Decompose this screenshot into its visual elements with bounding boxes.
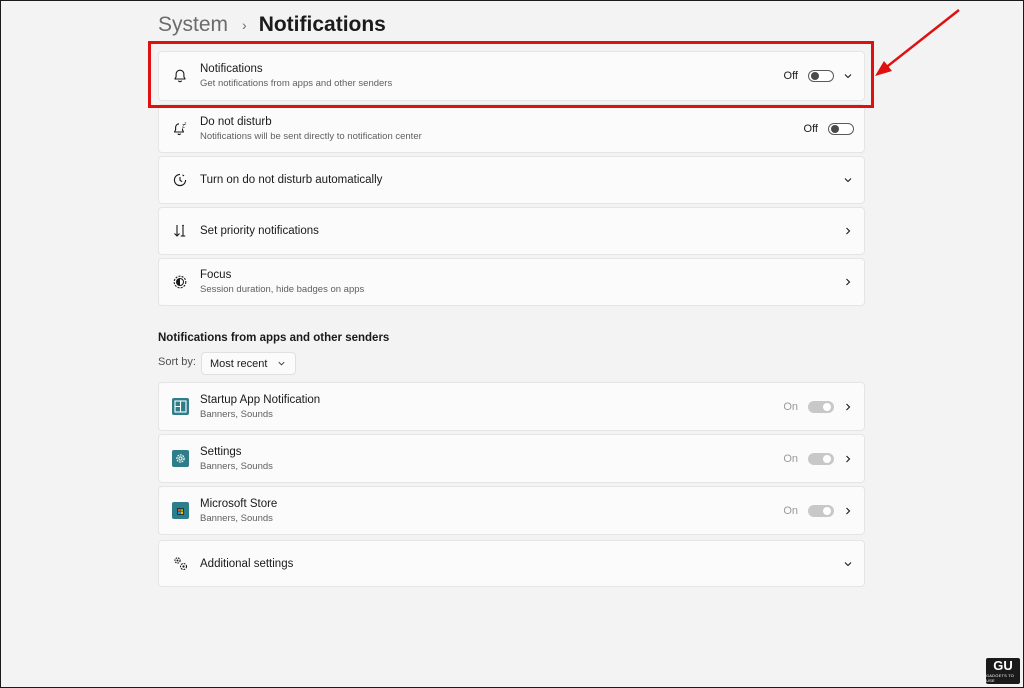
setting-subtitle: Session duration, hide badges on apps <box>200 284 365 295</box>
additional-settings-card[interactable]: Additional settings <box>158 540 865 587</box>
toggle-state-label: On <box>783 504 798 517</box>
do-not-disturb-text: Do not disturb Notifications will be sen… <box>200 115 422 143</box>
highlight-box <box>148 41 874 108</box>
app-toggle[interactable] <box>808 400 834 413</box>
toggle-state-label: Off <box>803 122 818 135</box>
toggle-state-label: On <box>783 400 798 413</box>
setting-title: Set priority notifications <box>200 225 319 237</box>
chevron-right-icon[interactable] <box>842 505 854 517</box>
do-not-disturb-toggle[interactable] <box>828 122 854 135</box>
toggle-knob <box>823 506 831 515</box>
breadcrumb: System › Notifications <box>158 10 386 40</box>
clock-icon <box>171 171 189 189</box>
priority-arrows-icon <box>171 222 189 240</box>
watermark-logo: GU GADGETS TO USE <box>986 658 1020 684</box>
app-toggle[interactable] <box>808 504 834 517</box>
setting-title: Focus <box>200 269 232 281</box>
logo-caption: GADGETS TO USE <box>986 673 1015 683</box>
focus-icon <box>171 273 189 291</box>
toggle-knob <box>823 402 831 411</box>
app-name: Startup App Notification <box>200 393 321 406</box>
priority-notifications-card[interactable]: Set priority notifications <box>158 207 865 255</box>
chevron-right-icon[interactable] <box>842 276 854 288</box>
chevron-right-icon[interactable] <box>842 453 854 465</box>
chevron-down-icon[interactable] <box>842 558 854 570</box>
chevron-down-icon[interactable] <box>842 174 854 186</box>
toggle-knob <box>823 454 831 463</box>
priority-text: Set priority notifications <box>200 225 319 237</box>
app-row-text: Settings Banners, Sounds <box>200 445 273 473</box>
apps-section-heading: Notifications from apps and other sender… <box>158 332 390 344</box>
app-toggle-group: On <box>783 400 834 413</box>
sort-dropdown[interactable]: Most recent <box>201 352 296 375</box>
app-row-startup[interactable]: Startup App Notification Banners, Sounds… <box>158 382 865 431</box>
settings-app-icon <box>171 450 189 468</box>
annotation-arrow <box>875 9 960 76</box>
startup-app-icon <box>171 398 189 416</box>
app-name: Settings <box>200 445 242 458</box>
setting-title: Do not disturb <box>200 115 272 128</box>
app-row-text: Microsoft Store Banners, Sounds <box>200 497 277 525</box>
app-toggle[interactable] <box>808 452 834 465</box>
logo-mark: GU <box>993 658 1013 673</box>
app-toggle-group: On <box>783 452 834 465</box>
setting-title: Additional settings <box>200 557 294 570</box>
app-detail: Banners, Sounds <box>200 408 273 420</box>
chevron-down-icon <box>277 359 286 371</box>
focus-card[interactable]: Focus Session duration, hide badges on a… <box>158 258 865 306</box>
svg-text:z: z <box>184 121 187 126</box>
app-name: Microsoft Store <box>200 497 278 510</box>
gears-icon <box>171 555 189 573</box>
microsoft-store-icon <box>171 502 189 520</box>
app-row-text: Startup App Notification Banners, Sounds <box>200 393 320 421</box>
do-not-disturb-card[interactable]: zz Do not disturb Notifications will be … <box>158 104 865 153</box>
setting-subtitle: Notifications will be sent directly to n… <box>200 130 422 142</box>
dnd-automatic-card[interactable]: Turn on do not disturb automatically <box>158 156 865 204</box>
app-detail: Banners, Sounds <box>200 512 273 524</box>
breadcrumb-parent[interactable]: System <box>158 13 228 37</box>
dnd-automatic-text: Turn on do not disturb automatically <box>200 174 382 186</box>
page-title: Notifications <box>258 13 386 36</box>
chevron-right-icon[interactable] <box>842 401 854 413</box>
do-not-disturb-icon: zz <box>171 120 189 138</box>
sort-dropdown-value: Most recent <box>210 357 268 370</box>
app-row-settings[interactable]: Settings Banners, Sounds On <box>158 434 865 483</box>
focus-text: Focus Session duration, hide badges on a… <box>200 268 364 296</box>
chevron-right-icon[interactable] <box>842 225 854 237</box>
toggle-state-label: On <box>783 452 798 465</box>
app-detail: Banners, Sounds <box>200 460 273 472</box>
app-toggle-group: On <box>783 504 834 517</box>
toggle-knob <box>831 124 839 133</box>
additional-settings-text: Additional settings <box>200 558 293 570</box>
breadcrumb-separator: › <box>242 17 247 33</box>
sort-by-label: Sort by: <box>158 356 196 368</box>
dnd-toggle-group: Off <box>803 122 854 135</box>
app-row-microsoft-store[interactable]: Microsoft Store Banners, Sounds On <box>158 486 865 535</box>
setting-title: Turn on do not disturb automatically <box>200 174 383 186</box>
